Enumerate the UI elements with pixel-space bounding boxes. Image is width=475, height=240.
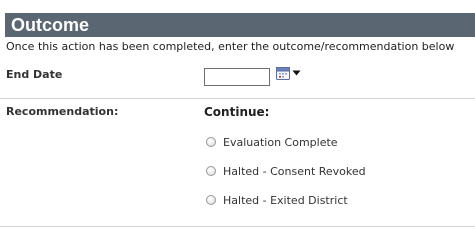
end-date-input[interactable] (204, 68, 270, 86)
radio-option-label: Evaluation Complete (223, 135, 338, 149)
radio-button[interactable] (206, 195, 216, 205)
divider (0, 226, 475, 227)
radio-option-label: Halted - Exited District (223, 193, 348, 207)
radio-option-label: Halted - Consent Revoked (223, 164, 366, 178)
recommendation-heading: Continue: (204, 105, 270, 119)
radio-option-halted-exited-district[interactable]: Halted - Exited District (206, 193, 348, 207)
calendar-picker-button[interactable] (276, 67, 304, 81)
section-title: Outcome (11, 15, 90, 35)
radio-button[interactable] (206, 137, 216, 147)
radio-button[interactable] (206, 166, 216, 176)
radio-option-halted-consent-revoked[interactable]: Halted - Consent Revoked (206, 164, 366, 178)
section-instructions: Once this action has been completed, ent… (6, 40, 455, 53)
section-header: Outcome (5, 13, 475, 37)
calendar-icon (276, 67, 290, 80)
divider (0, 98, 475, 99)
recommendation-label: Recommendation: (6, 105, 119, 118)
caret-down-icon (292, 70, 301, 76)
radio-option-evaluation-complete[interactable]: Evaluation Complete (206, 135, 338, 149)
end-date-label: End Date (6, 68, 63, 81)
